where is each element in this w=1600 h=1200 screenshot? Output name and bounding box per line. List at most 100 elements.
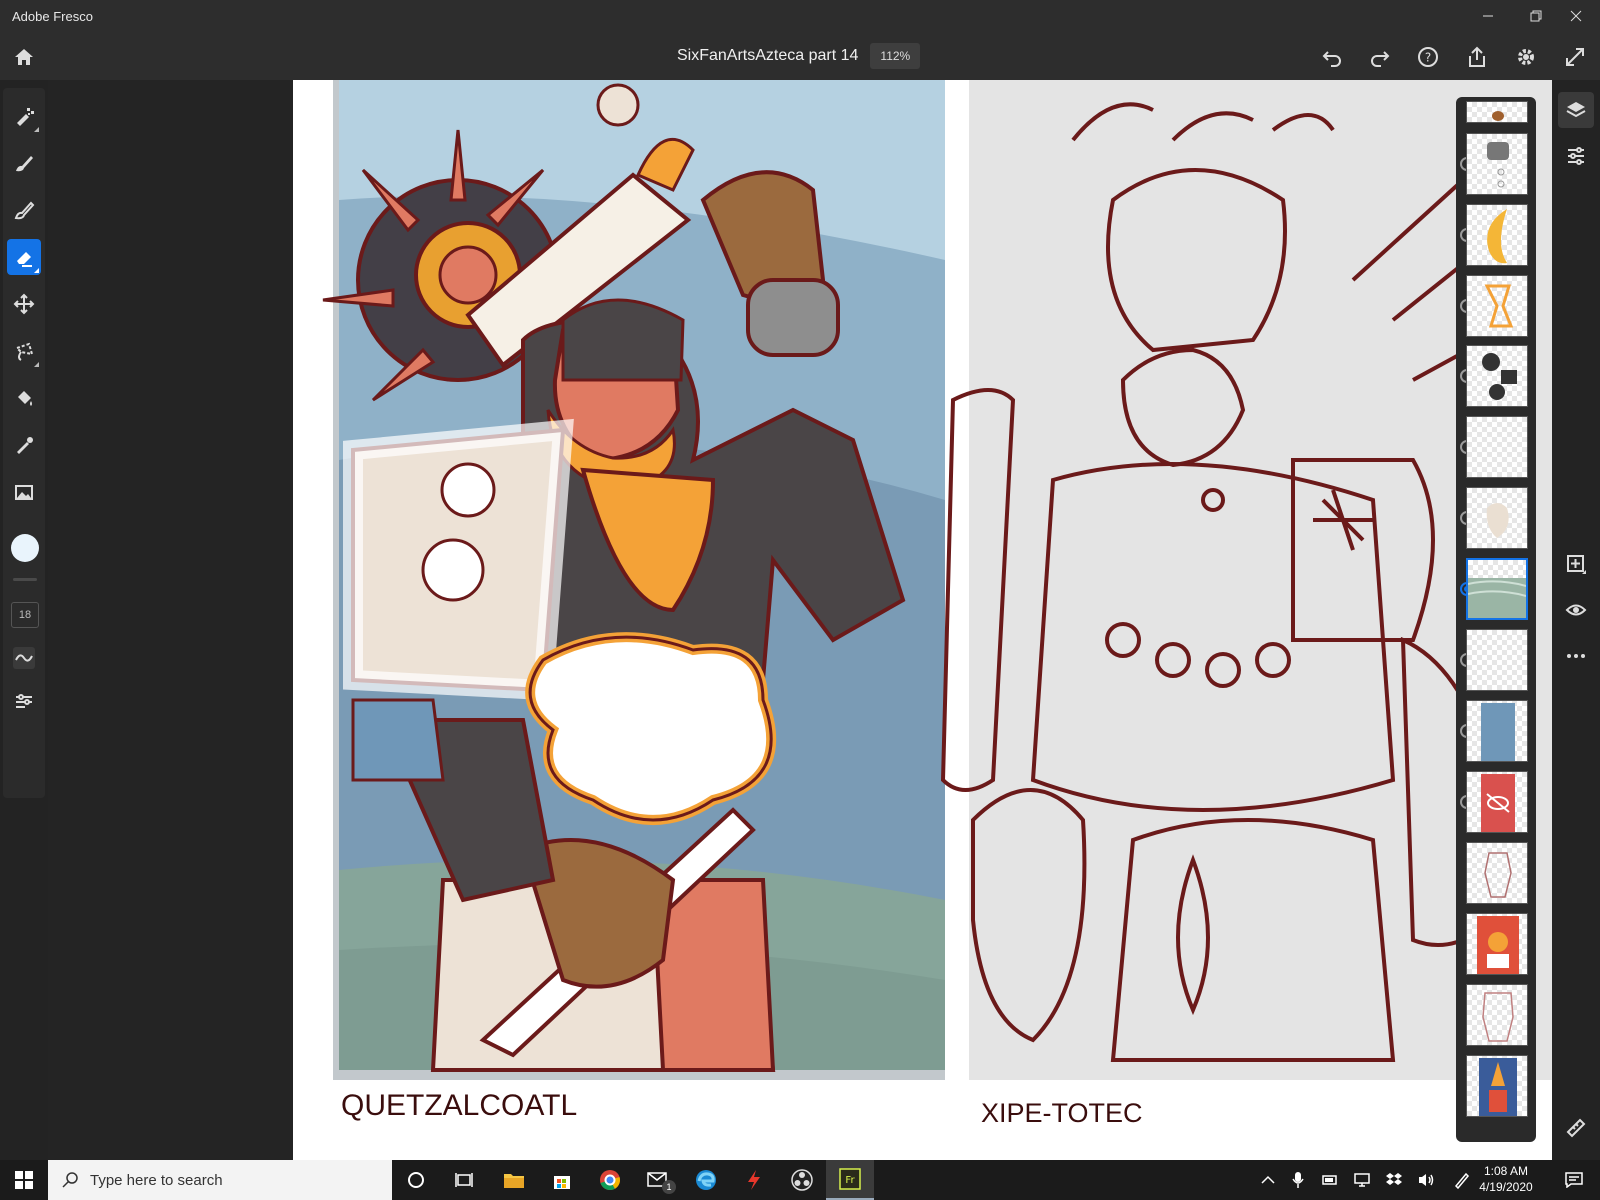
- layer-thumbnail[interactable]: [1466, 133, 1528, 195]
- minimize-button[interactable]: [1464, 0, 1512, 32]
- fullscreen-button[interactable]: [1558, 40, 1592, 74]
- share-icon: [1469, 46, 1485, 67]
- pixel-brush-tool[interactable]: [7, 98, 41, 134]
- layer-thumbnail[interactable]: [1466, 1055, 1528, 1117]
- help-button[interactable]: ?: [1411, 40, 1445, 74]
- share-button[interactable]: [1460, 40, 1494, 74]
- windows-icon: [15, 1171, 33, 1189]
- layer-thumbnail-selected[interactable]: [1466, 558, 1528, 620]
- sketch-app[interactable]: [730, 1160, 778, 1200]
- layer-properties-button[interactable]: [1558, 138, 1594, 174]
- brush-size-field[interactable]: 18: [11, 602, 39, 628]
- ruler-button[interactable]: [1558, 1110, 1594, 1146]
- action-center-button[interactable]: [1554, 1160, 1594, 1200]
- network-tray[interactable]: [1348, 1160, 1376, 1200]
- place-image-tool[interactable]: [7, 474, 41, 510]
- left-caption: QUETZALCOATL: [341, 1089, 577, 1122]
- layer-thumbnail[interactable]: [1466, 984, 1528, 1046]
- show-hidden-icons-button[interactable]: [1254, 1160, 1282, 1200]
- cortana-button[interactable]: [392, 1160, 440, 1200]
- fresco-app[interactable]: Fr: [826, 1160, 874, 1200]
- artwork: QUETZALCOATL XIPE-TOTEC: [322, 80, 1552, 1128]
- taskbar-search[interactable]: Type here to search: [48, 1160, 392, 1200]
- layer-thumbnail[interactable]: [1466, 416, 1528, 478]
- start-button[interactable]: [0, 1160, 48, 1200]
- vector-brush-icon: [14, 201, 35, 220]
- expand-icon: [1566, 48, 1584, 66]
- edge-app[interactable]: [682, 1160, 730, 1200]
- vector-brush-tool[interactable]: [7, 192, 41, 228]
- eraser-icon: [17, 252, 32, 267]
- close-icon: [1570, 10, 1582, 22]
- right-rail: [1552, 80, 1600, 1160]
- network-icon: [1354, 1173, 1370, 1187]
- search-placeholder: Type here to search: [90, 1171, 223, 1189]
- battery-tray[interactable]: [1316, 1160, 1344, 1200]
- layer-thumbnail[interactable]: [1466, 913, 1528, 975]
- move-tool[interactable]: [7, 286, 41, 322]
- add-layer-button[interactable]: [1558, 546, 1594, 582]
- microphone-icon: [1292, 1172, 1304, 1188]
- speaker-icon: [1419, 1174, 1434, 1186]
- layer-thumbnail[interactable]: [1466, 101, 1528, 123]
- eyedropper-tool[interactable]: [7, 427, 41, 463]
- color-swatch[interactable]: [11, 534, 39, 562]
- clock[interactable]: 1:08 AM 4/19/2020: [1468, 1163, 1544, 1195]
- layer-thumbnail[interactable]: [1466, 842, 1528, 904]
- store-app[interactable]: [538, 1160, 586, 1200]
- file-explorer-app[interactable]: [490, 1160, 538, 1200]
- move-icon: [13, 293, 35, 315]
- lasso-icon: [15, 342, 34, 361]
- document-name: SixFanArtsAzteca part 14: [677, 47, 859, 64]
- eyedropper-icon: [17, 437, 33, 454]
- eraser-tool[interactable]: [7, 239, 41, 275]
- wave-icon: [13, 647, 35, 669]
- microphone-tray[interactable]: [1284, 1160, 1312, 1200]
- mail-app[interactable]: 1: [634, 1160, 682, 1200]
- layer-thumbnail[interactable]: [1466, 487, 1528, 549]
- store-icon: [554, 1176, 570, 1189]
- layer-thumbnail[interactable]: [1466, 204, 1528, 266]
- settings-button[interactable]: [1509, 40, 1543, 74]
- volume-tray[interactable]: [1412, 1160, 1440, 1200]
- brush-settings-tool[interactable]: [7, 640, 41, 676]
- chrome-app[interactable]: [586, 1160, 634, 1200]
- tool-options[interactable]: [7, 684, 41, 720]
- sliders-icon: [16, 694, 32, 708]
- dropbox-icon: [1386, 1173, 1402, 1185]
- live-brush-tool[interactable]: [7, 145, 41, 181]
- drawing-canvas[interactable]: QUETZALCOATL XIPE-TOTEC: [293, 80, 1552, 1160]
- task-view-icon: [455, 1173, 473, 1187]
- layers-panel-button[interactable]: [1558, 92, 1594, 128]
- layer-thumbnail[interactable]: [1466, 700, 1528, 762]
- image-icon: [15, 485, 33, 500]
- fill-tool[interactable]: [7, 380, 41, 416]
- zoom-level[interactable]: 112%: [870, 43, 921, 69]
- chrome-icon: [600, 1170, 620, 1191]
- dropbox-tray[interactable]: [1380, 1160, 1408, 1200]
- undo-button[interactable]: [1315, 40, 1349, 74]
- layers-panel: [1456, 97, 1536, 1142]
- redo-button[interactable]: [1363, 40, 1397, 74]
- layer-thumbnail[interactable]: [1466, 629, 1528, 691]
- task-view-button[interactable]: [440, 1160, 488, 1200]
- pixel-brush-icon: [17, 108, 34, 126]
- divider: [13, 578, 37, 581]
- fresco-icon: Fr: [839, 1168, 861, 1190]
- taskbar: Type here to search 1 Fr 1:08 AM 4/19/20…: [0, 1160, 1600, 1200]
- home-button[interactable]: [7, 40, 41, 74]
- close-button[interactable]: [1552, 0, 1600, 32]
- layer-thumbnail[interactable]: [1466, 345, 1528, 407]
- layer-thumbnail-hidden[interactable]: [1466, 771, 1528, 833]
- svg-text:?: ?: [1425, 51, 1431, 65]
- layers-icon: [1566, 102, 1586, 118]
- notification-icon: [1565, 1172, 1583, 1188]
- more-options-button[interactable]: [1558, 638, 1594, 674]
- undo-icon: [1322, 51, 1341, 67]
- svg-text:Fr: Fr: [845, 1175, 855, 1186]
- lasso-tool[interactable]: [7, 333, 41, 369]
- layer-visibility-button[interactable]: [1558, 592, 1594, 628]
- obs-app[interactable]: [778, 1160, 826, 1200]
- layer-thumbnail[interactable]: [1466, 275, 1528, 337]
- add-layer-icon: [1567, 555, 1586, 574]
